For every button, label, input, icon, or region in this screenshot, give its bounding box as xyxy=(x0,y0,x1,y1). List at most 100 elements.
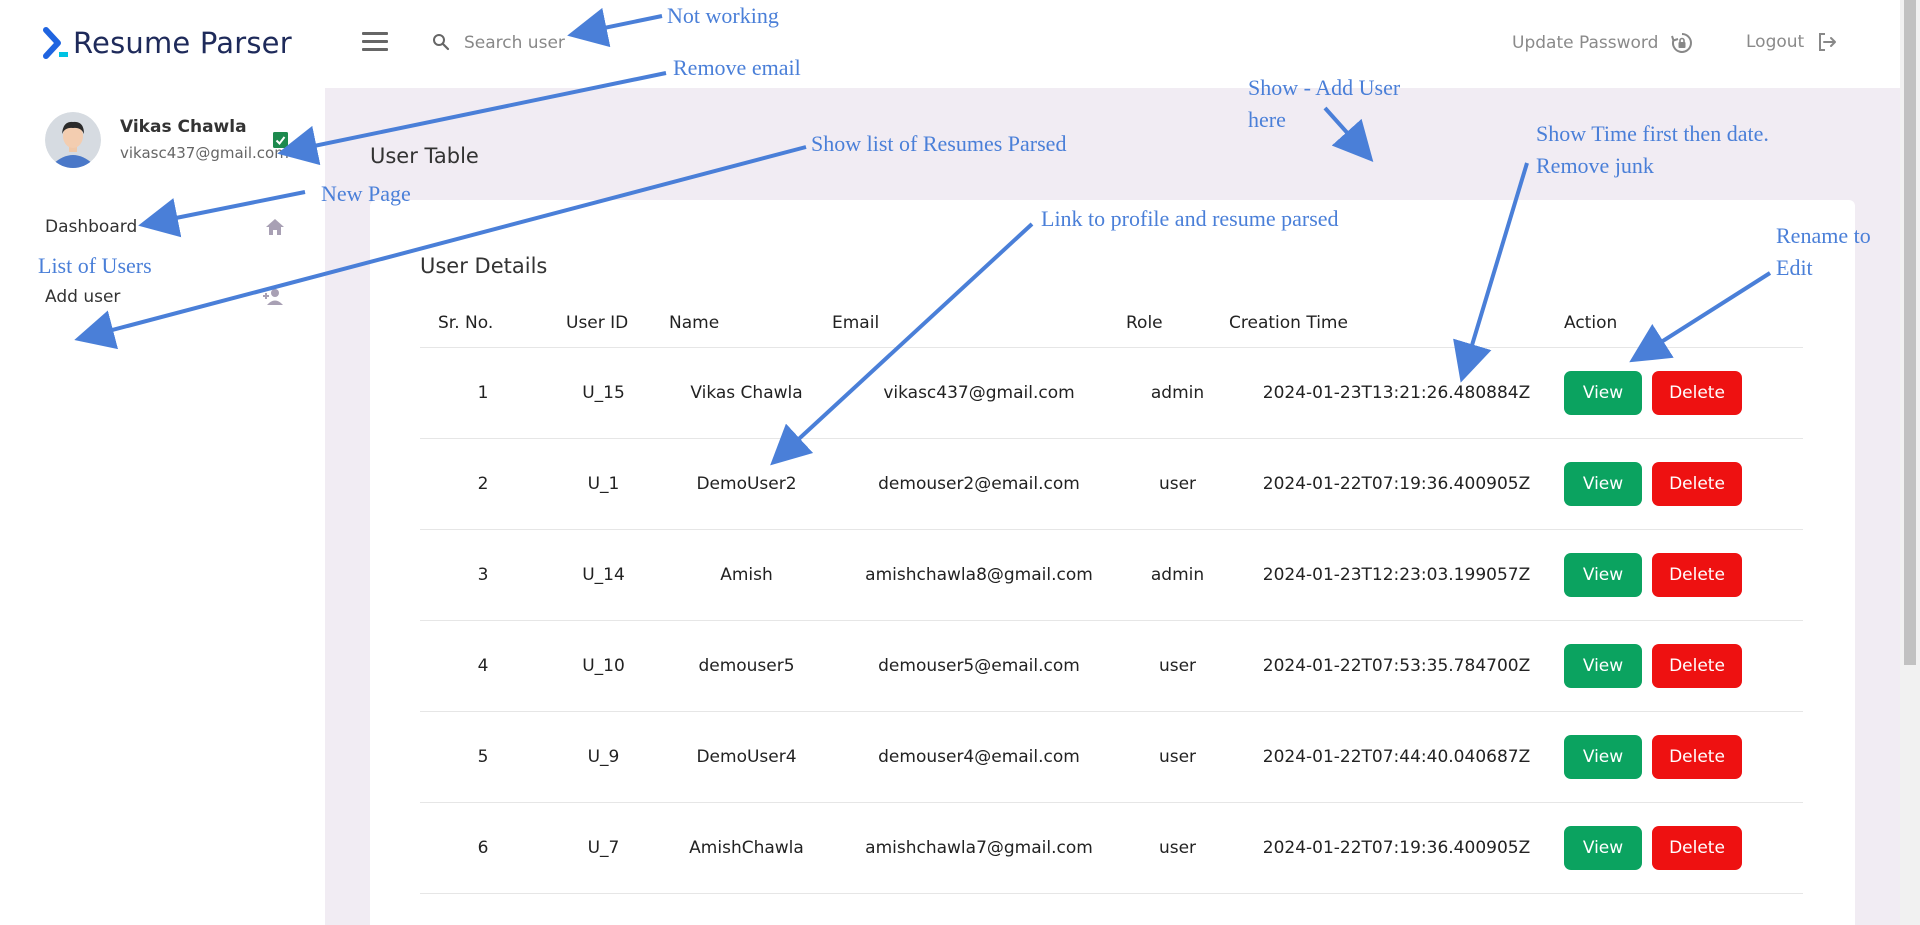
cell-action: View Delete xyxy=(1564,711,1803,803)
table-row: 6 U_7 AmishChawla amishchawla7@gmail.com… xyxy=(420,802,1803,894)
table-row: 1 U_15 Vikas Chawla vikasc437@gmail.com … xyxy=(420,347,1803,439)
cell-sr-no: 1 xyxy=(420,347,546,439)
cell-user-id: U_7 xyxy=(546,802,661,894)
annotation-link-profile: Link to profile and resume parsed xyxy=(1041,206,1339,231)
home-icon xyxy=(266,219,284,235)
delete-button[interactable]: Delete xyxy=(1652,370,1742,415)
cell-name: DemoUser2 xyxy=(661,438,832,530)
cell-action: View Delete xyxy=(1564,347,1803,439)
user-name: Vikas Chawla xyxy=(120,117,247,137)
column-header-action: Action xyxy=(1564,300,1803,348)
app-title: Resume Parser xyxy=(73,26,292,60)
update-password-button[interactable]: Update Password xyxy=(1512,31,1694,55)
brand-logo-icon xyxy=(43,27,68,59)
cell-action: View Delete xyxy=(1564,529,1803,621)
hamburger-menu-icon[interactable] xyxy=(362,32,388,54)
view-button[interactable]: View xyxy=(1564,461,1642,506)
avatar[interactable] xyxy=(45,112,101,168)
annotation-new-page: New Page xyxy=(321,181,411,206)
column-header-creation-time: Creation Time xyxy=(1229,300,1564,348)
delete-button[interactable]: Delete xyxy=(1652,552,1742,597)
column-header-name: Name xyxy=(661,300,832,348)
view-button[interactable]: View xyxy=(1564,643,1642,688)
cell-name: demouser5 xyxy=(661,620,832,712)
column-header-email: Email xyxy=(832,300,1126,348)
sidebar-item-add-user[interactable]: Add user xyxy=(45,282,285,312)
annotation-remove-email: Remove email xyxy=(673,55,801,80)
cell-role: user xyxy=(1126,438,1229,530)
user-details-card: User Details Sr. No. User ID Name Email … xyxy=(370,200,1855,925)
column-header-sr-no: Sr. No. xyxy=(420,300,546,348)
card-title: User Details xyxy=(420,254,548,278)
cell-role: user xyxy=(1126,620,1229,712)
cell-sr-no: 2 xyxy=(420,438,546,530)
column-header-role: Role xyxy=(1126,300,1229,348)
delete-button[interactable]: Delete xyxy=(1652,461,1742,506)
table-row: 4 U_10 demouser5 demouser5@email.com use… xyxy=(420,620,1803,712)
cell-sr-no: 4 xyxy=(420,620,546,712)
cell-user-id: U_1 xyxy=(546,438,661,530)
cell-email: demouser5@email.com xyxy=(832,620,1126,712)
cell-name: DemoUser4 xyxy=(661,711,832,803)
cell-user-id: U_15 xyxy=(546,347,661,439)
delete-button[interactable]: Delete xyxy=(1652,734,1742,779)
annotation-time-first-line1: Show Time first then date. xyxy=(1536,121,1769,146)
logout-label: Logout xyxy=(1746,32,1805,52)
update-password-label: Update Password xyxy=(1512,33,1659,53)
annotation-show-add-user-line2: here xyxy=(1248,107,1286,132)
verified-badge-icon xyxy=(273,132,288,148)
cell-email: demouser4@email.com xyxy=(832,711,1126,803)
user-avatar-icon xyxy=(45,112,101,168)
cell-role: user xyxy=(1126,711,1229,803)
cell-sr-no: 5 xyxy=(420,711,546,803)
logout-button[interactable]: Logout xyxy=(1746,31,1838,53)
view-button[interactable]: View xyxy=(1564,370,1642,415)
brand[interactable]: Resume Parser xyxy=(43,26,292,60)
add-user-icon xyxy=(263,289,283,305)
cell-role: admin xyxy=(1126,529,1229,621)
table-row: 5 U_9 DemoUser4 demouser4@email.com user… xyxy=(420,711,1803,803)
sidebar-item-label: Add user xyxy=(45,287,121,307)
cell-creation-time: 2024-01-22T07:53:35.784700Z xyxy=(1229,620,1564,712)
column-header-user-id: User ID xyxy=(546,300,661,348)
annotation-show-add-user-line1: Show - Add User xyxy=(1248,75,1401,100)
cell-action: View Delete xyxy=(1564,620,1803,712)
logout-icon xyxy=(1819,33,1837,51)
cell-role: admin xyxy=(1126,347,1229,439)
cell-creation-time: 2024-01-22T07:44:40.040687Z xyxy=(1229,711,1564,803)
user-table: Sr. No. User ID Name Email Role Creation… xyxy=(420,300,1803,894)
delete-button[interactable]: Delete xyxy=(1652,825,1742,870)
cell-user-id: U_9 xyxy=(546,711,661,803)
annotation-rename-line2: Edit xyxy=(1776,255,1813,280)
annotation-rename-line1: Rename to xyxy=(1776,223,1871,248)
cell-creation-time: 2024-01-22T07:19:36.400905Z xyxy=(1229,438,1564,530)
cell-sr-no: 6 xyxy=(420,802,546,894)
cell-role: user xyxy=(1126,802,1229,894)
view-button[interactable]: View xyxy=(1564,552,1642,597)
sidebar: Vikas Chawla vikasc437@gmail.com Dashboa… xyxy=(0,88,325,925)
sidebar-item-dashboard[interactable]: Dashboard xyxy=(45,212,285,242)
table-row: 2 U_1 DemoUser2 demouser2@email.com user… xyxy=(420,438,1803,530)
cell-creation-time: 2024-01-23T12:23:03.199057Z xyxy=(1229,529,1564,621)
cell-name: AmishChawla xyxy=(661,802,832,894)
table-row: 3 U_14 Amish amishchawla8@gmail.com admi… xyxy=(420,529,1803,621)
delete-button[interactable]: Delete xyxy=(1652,643,1742,688)
cell-creation-time: 2024-01-22T07:19:36.400905Z xyxy=(1229,802,1564,894)
cell-action: View Delete xyxy=(1564,438,1803,530)
table-header-row: Sr. No. User ID Name Email Role Creation… xyxy=(420,300,1803,348)
cell-email: amishchawla8@gmail.com xyxy=(832,529,1126,621)
scrollbar-thumb[interactable] xyxy=(1904,0,1916,665)
cell-action: View Delete xyxy=(1564,802,1803,894)
cell-email: demouser2@email.com xyxy=(832,438,1126,530)
cell-user-id: U_14 xyxy=(546,529,661,621)
lock-reset-icon xyxy=(1671,33,1693,53)
search-icon xyxy=(433,34,450,51)
annotation-not-working: Not working xyxy=(667,3,779,28)
cell-email: amishchawla7@gmail.com xyxy=(832,802,1126,894)
view-button[interactable]: View xyxy=(1564,734,1642,779)
view-button[interactable]: View xyxy=(1564,825,1642,870)
cell-creation-time: 2024-01-23T13:21:26.480884Z xyxy=(1229,347,1564,439)
user-email: vikasc437@gmail.com xyxy=(120,144,289,162)
cell-user-id: U_10 xyxy=(546,620,661,712)
annotation-show-resumes: Show list of Resumes Parsed xyxy=(811,131,1067,156)
